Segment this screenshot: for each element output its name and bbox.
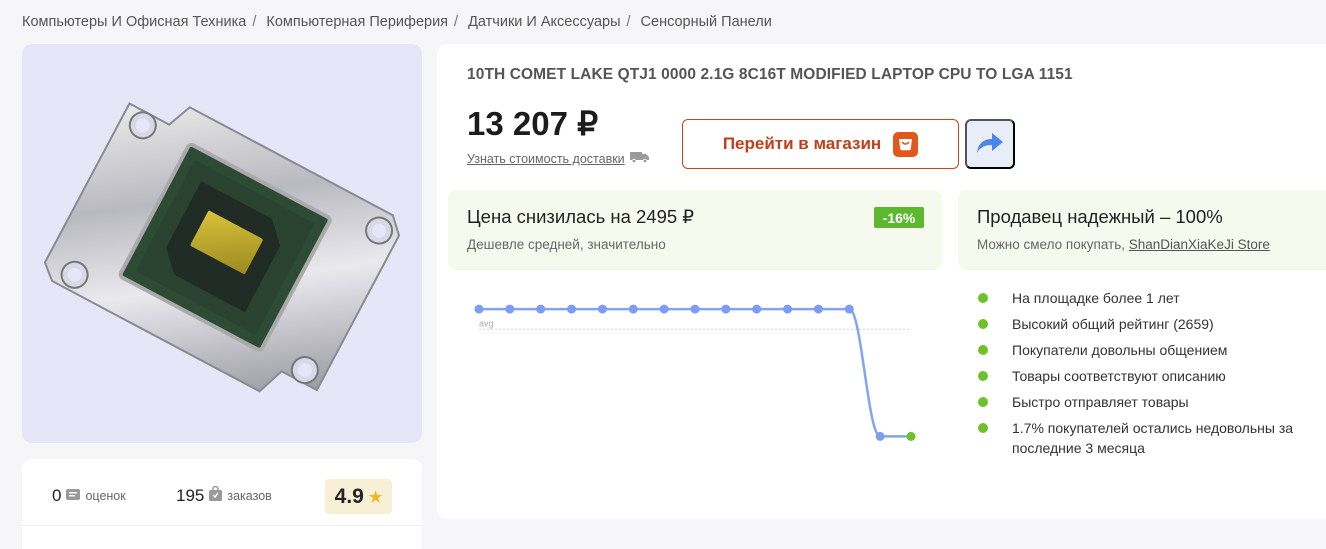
product-info-card: 10TH COMET LAKE QTJ1 0000 2.1G 8C16T MOD…	[437, 44, 1326, 519]
chart-point[interactable]	[844, 304, 854, 314]
orders-bag-icon	[209, 485, 223, 506]
share-button[interactable]	[965, 119, 1015, 169]
rating-score: 4.9 ★	[325, 479, 392, 514]
chart-point[interactable]	[505, 304, 515, 314]
chart-point[interactable]	[474, 304, 484, 314]
seller-feature-item: Товары соответствуют описанию	[978, 366, 1308, 386]
seller-subline-text: Можно смело покупать,	[977, 237, 1129, 252]
shopping-bag-icon	[893, 131, 919, 157]
breadcrumb-item-computers[interactable]: Компьютеры И Офисная Техника	[22, 14, 246, 30]
star-icon: ★	[368, 488, 383, 506]
delivery-cost-label: Узнать стоимость доставки	[467, 151, 625, 166]
go-to-store-label: Перейти в магазин	[722, 134, 882, 153]
seller-reliability-panel: Продавец надежный – 100% Можно смело пок…	[958, 190, 1326, 270]
price-drop-panel: Цена снизилась на 2495 ₽ Дешевле средней…	[448, 190, 942, 270]
seller-feature-item: Высокий общий рейтинг (2659)	[978, 314, 1308, 334]
seller-headline: Продавец надежный – 100%	[977, 206, 1223, 227]
check-dot-icon	[978, 371, 988, 381]
product-stats: 0 оценок 195 заказов 4.9 ★	[22, 459, 422, 549]
breadcrumb-item-sensors[interactable]: Датчики И Аксессуары	[468, 14, 620, 30]
breadcrumb-item-touch-panels[interactable]: Сенсорный Панели	[641, 14, 772, 30]
ratings-stat[interactable]: 0 оценок	[52, 486, 126, 506]
seller-features-list: На площадке более 1 лет Высокий общий ре…	[978, 288, 1308, 464]
product-title: 10TH COMET LAKE QTJ1 0000 2.1G 8C16T MOD…	[467, 66, 1073, 83]
seller-feature-text: Покупатели довольны общением	[1012, 342, 1228, 358]
stats-divider	[22, 525, 422, 526]
check-dot-icon	[978, 423, 988, 433]
orders-count: 195	[176, 486, 205, 505]
breadcrumb-item-peripherals[interactable]: Компьютерная Периферия	[266, 14, 448, 30]
breadcrumb: Компьютеры И Офисная Техника / Компьютер…	[22, 14, 772, 30]
seller-feature-text: Товары соответствуют описанию	[1012, 368, 1226, 384]
check-dot-icon	[978, 293, 988, 303]
seller-feature-item: 1.7% покупателей остались недовольны за …	[978, 418, 1308, 458]
chart-point[interactable]	[813, 304, 823, 314]
check-dot-icon	[978, 319, 988, 329]
breadcrumb-separator: /	[454, 14, 459, 30]
ratings-icon	[66, 487, 81, 505]
chart-avg-label: avg	[479, 318, 494, 328]
price-drop-headline: Цена снизилась на 2495 ₽	[467, 206, 695, 227]
chart-point[interactable]	[567, 304, 577, 314]
seller-feature-text: 1.7% покупателей остались недовольны за …	[1012, 420, 1294, 456]
seller-subline: Можно смело покупать, ShanDianXiaKeJi St…	[977, 237, 1270, 252]
chart-point[interactable]	[906, 431, 916, 441]
chart-point[interactable]	[752, 304, 762, 314]
chart-points	[474, 304, 916, 441]
check-dot-icon	[978, 397, 988, 407]
share-arrow-icon	[976, 132, 1004, 157]
product-image[interactable]	[22, 44, 422, 443]
product-photo	[43, 102, 401, 393]
chart-point[interactable]	[659, 304, 669, 314]
product-price: 13 207 ₽	[467, 105, 599, 142]
discount-badge: -16%	[874, 207, 924, 228]
orders-label: заказов	[227, 489, 272, 503]
seller-feature-item: На площадке более 1 лет	[978, 288, 1308, 308]
delivery-cost-link[interactable]: Узнать стоимость доставки	[467, 151, 649, 166]
chart-point[interactable]	[536, 304, 546, 314]
seller-feature-item: Покупатели довольны общением	[978, 340, 1308, 360]
seller-store-link[interactable]: ShanDianXiaKeJi Store	[1129, 237, 1270, 252]
seller-feature-text: На площадке более 1 лет	[1012, 290, 1180, 306]
chart-point[interactable]	[690, 304, 700, 314]
breadcrumb-separator: /	[626, 14, 631, 30]
price-drop-subline: Дешевле средней, значительно	[467, 237, 666, 252]
orders-stat: 195 заказов	[176, 485, 272, 506]
chart-point[interactable]	[721, 304, 731, 314]
seller-feature-text: Быстро отправляет товары	[1012, 394, 1189, 410]
price-history-chart: avg	[474, 304, 916, 441]
seller-feature-text: Высокий общий рейтинг (2659)	[1012, 316, 1214, 332]
chart-point[interactable]	[875, 431, 885, 441]
chart-point[interactable]	[628, 304, 638, 314]
breadcrumb-separator: /	[252, 14, 257, 30]
go-to-store-button[interactable]: Перейти в магазин	[682, 119, 959, 169]
ratings-count: 0	[52, 486, 62, 505]
chart-point[interactable]	[597, 304, 607, 314]
truck-icon	[629, 151, 649, 166]
check-dot-icon	[978, 345, 988, 355]
seller-feature-item: Быстро отправляет товары	[978, 392, 1308, 412]
chart-point[interactable]	[783, 304, 793, 314]
ratings-label: оценок	[85, 489, 126, 503]
chart-series-line	[479, 307, 911, 438]
rating-value: 4.9	[334, 484, 364, 508]
